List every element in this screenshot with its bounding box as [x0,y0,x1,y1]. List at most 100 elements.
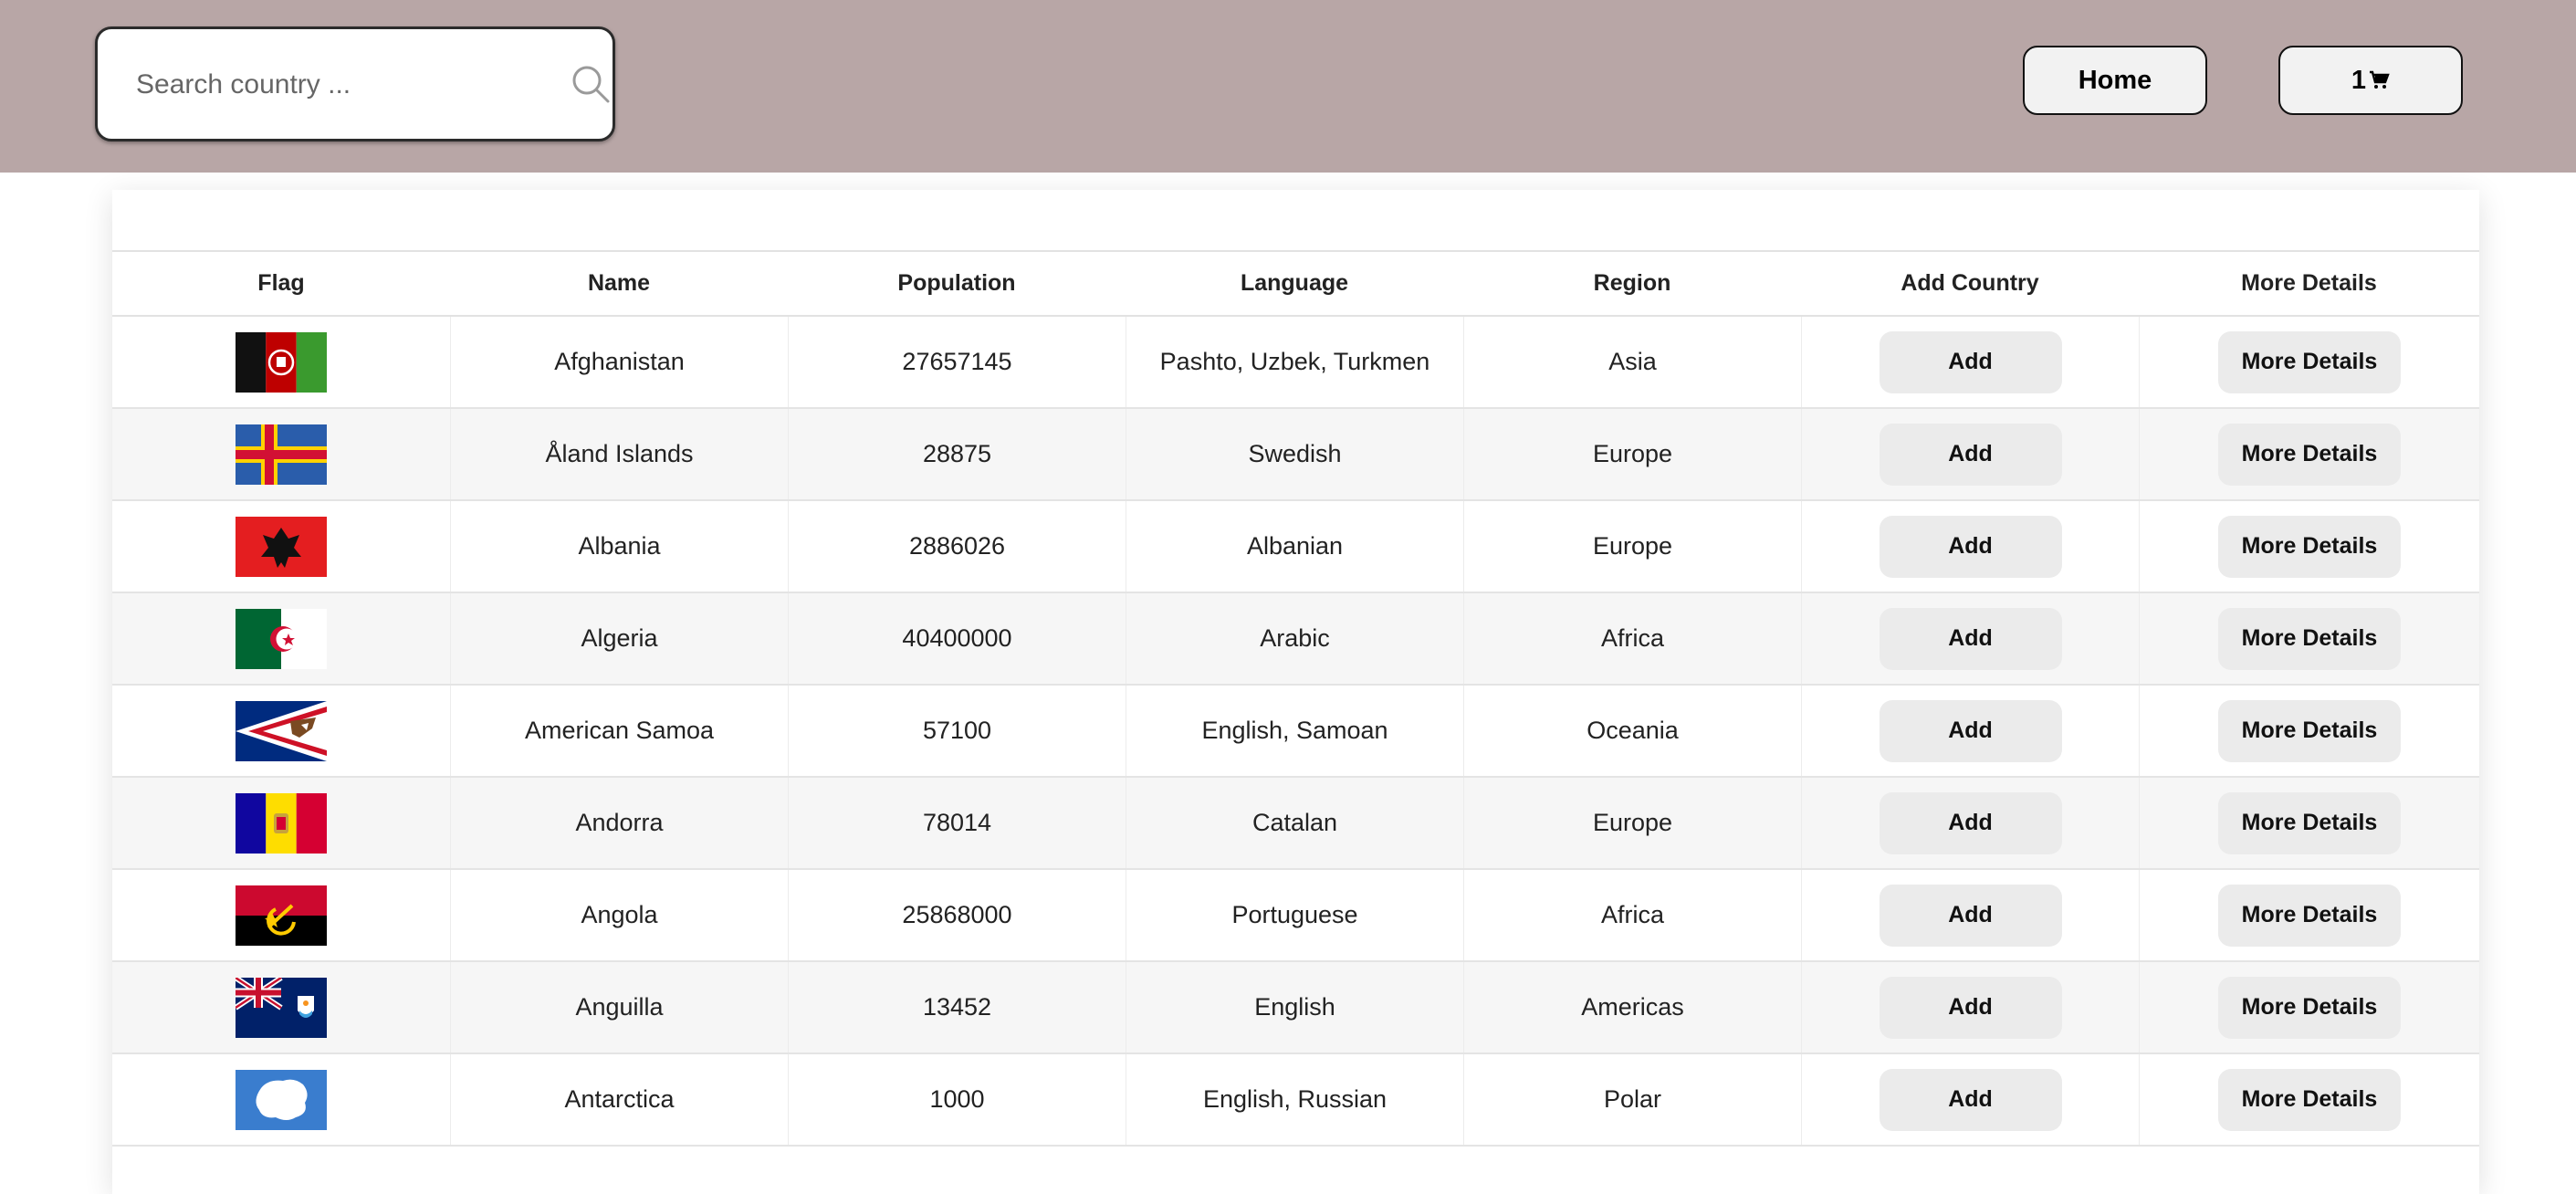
cart-button[interactable]: 1 [2278,46,2463,115]
more-details-button[interactable]: More Details [2218,1068,2401,1131]
add-cell: Add [1801,962,2139,1053]
more-details-button[interactable]: More Details [2218,330,2401,393]
country-population: 28875 [788,409,1126,499]
country-language: English, Russian [1126,1054,1463,1145]
country-name: American Samoa [450,686,788,776]
country-name: Algeria [450,593,788,684]
country-population: 78014 [788,778,1126,868]
column-header-region: Region [1593,270,1671,296]
flag-cell [112,870,450,960]
flag-cell [112,686,450,776]
add-country-button[interactable]: Add [1879,976,2062,1039]
flag-ai-icon [236,977,327,1038]
more-details-cell: More Details [2139,317,2479,407]
cart-count: 1 [2351,65,2367,95]
table-row: Antarctica 1000 English, Russian Polar A… [112,1054,2479,1147]
country-language: Catalan [1126,778,1463,868]
table-row: American Samoa 57100 English, Samoan Oce… [112,686,2479,778]
country-population: 25868000 [788,870,1126,960]
more-details-button[interactable]: More Details [2218,791,2401,854]
table-header: Flag Name Population Language Region Add… [112,250,2479,317]
country-name: Albania [450,501,788,592]
flag-as-icon [236,700,327,761]
table-row: Afghanistan 27657145 Pashto, Uzbek, Turk… [112,317,2479,409]
add-country-button[interactable]: Add [1879,330,2062,393]
country-population: 13452 [788,962,1126,1053]
more-details-button[interactable]: More Details [2218,884,2401,947]
more-details-button[interactable]: More Details [2218,976,2401,1039]
add-cell: Add [1801,1054,2139,1145]
country-region: Polar [1463,1054,1801,1145]
more-details-button[interactable]: More Details [2218,607,2401,670]
country-region: Europe [1463,501,1801,592]
country-region: Americas [1463,962,1801,1053]
country-population: 57100 [788,686,1126,776]
home-button[interactable]: Home [2023,46,2207,115]
more-details-cell: More Details [2139,962,2479,1053]
more-details-cell: More Details [2139,778,2479,868]
search-input[interactable] [134,29,549,141]
flag-af-icon [236,331,327,393]
table-row: Albania 2886026 Albanian Europe Add More… [112,501,2479,593]
more-details-cell: More Details [2139,1054,2479,1145]
flag-dz-icon [236,608,327,669]
flag-cell [112,778,450,868]
more-details-button[interactable]: More Details [2218,423,2401,486]
country-population: 1000 [788,1054,1126,1145]
add-country-button[interactable]: Add [1879,607,2062,670]
table-row: Algeria 40400000 Arabic Africa Add More … [112,593,2479,686]
more-details-cell: More Details [2139,409,2479,499]
column-header-language: Language [1240,270,1349,296]
add-country-button[interactable]: Add [1879,699,2062,762]
country-region: Europe [1463,778,1801,868]
add-cell: Add [1801,501,2139,592]
add-cell: Add [1801,593,2139,684]
country-language: English, Samoan [1126,686,1463,776]
add-cell: Add [1801,870,2139,960]
flag-cell [112,962,450,1053]
add-cell: Add [1801,686,2139,776]
search-icon[interactable] [570,63,612,105]
country-language: Swedish [1126,409,1463,499]
add-cell: Add [1801,317,2139,407]
table-row: Andorra 78014 Catalan Europe Add More De… [112,778,2479,870]
add-country-button[interactable]: Add [1879,1068,2062,1131]
flag-ax-icon [236,424,327,485]
table-row: Angola 25868000 Portuguese Africa Add Mo… [112,870,2479,962]
more-details-button[interactable]: More Details [2218,699,2401,762]
country-name: Antarctica [450,1054,788,1145]
flag-ad-icon [236,792,327,854]
add-country-button[interactable]: Add [1879,791,2062,854]
column-header-name: Name [587,270,651,296]
country-population: 27657145 [788,317,1126,407]
more-details-cell: More Details [2139,686,2479,776]
flag-cell [112,409,450,499]
search-box[interactable] [95,26,615,141]
country-language: Pashto, Uzbek, Turkmen [1126,317,1463,407]
country-name: Andorra [450,778,788,868]
flag-cell [112,593,450,684]
country-language: Arabic [1126,593,1463,684]
add-cell: Add [1801,778,2139,868]
country-region: Oceania [1463,686,1801,776]
country-region: Africa [1463,870,1801,960]
more-details-button[interactable]: More Details [2218,515,2401,578]
country-region: Europe [1463,409,1801,499]
flag-ao-icon [236,885,327,946]
column-header-flag: Flag [257,270,305,296]
add-cell: Add [1801,409,2139,499]
country-language: English [1126,962,1463,1053]
country-population: 40400000 [788,593,1126,684]
country-region: Asia [1463,317,1801,407]
country-language: Portuguese [1126,870,1463,960]
top-nav-bar: Home 1 [0,0,2576,173]
column-header-population: Population [897,270,1016,296]
table-row: Anguilla 13452 English Americas Add More… [112,962,2479,1054]
add-country-button[interactable]: Add [1879,515,2062,578]
add-country-button[interactable]: Add [1879,423,2062,486]
column-header-add-country: Add Country [1901,270,2039,296]
add-country-button[interactable]: Add [1879,884,2062,947]
column-header-more-details: More Details [2241,270,2377,296]
flag-cell [112,317,450,407]
flag-cell [112,1054,450,1145]
